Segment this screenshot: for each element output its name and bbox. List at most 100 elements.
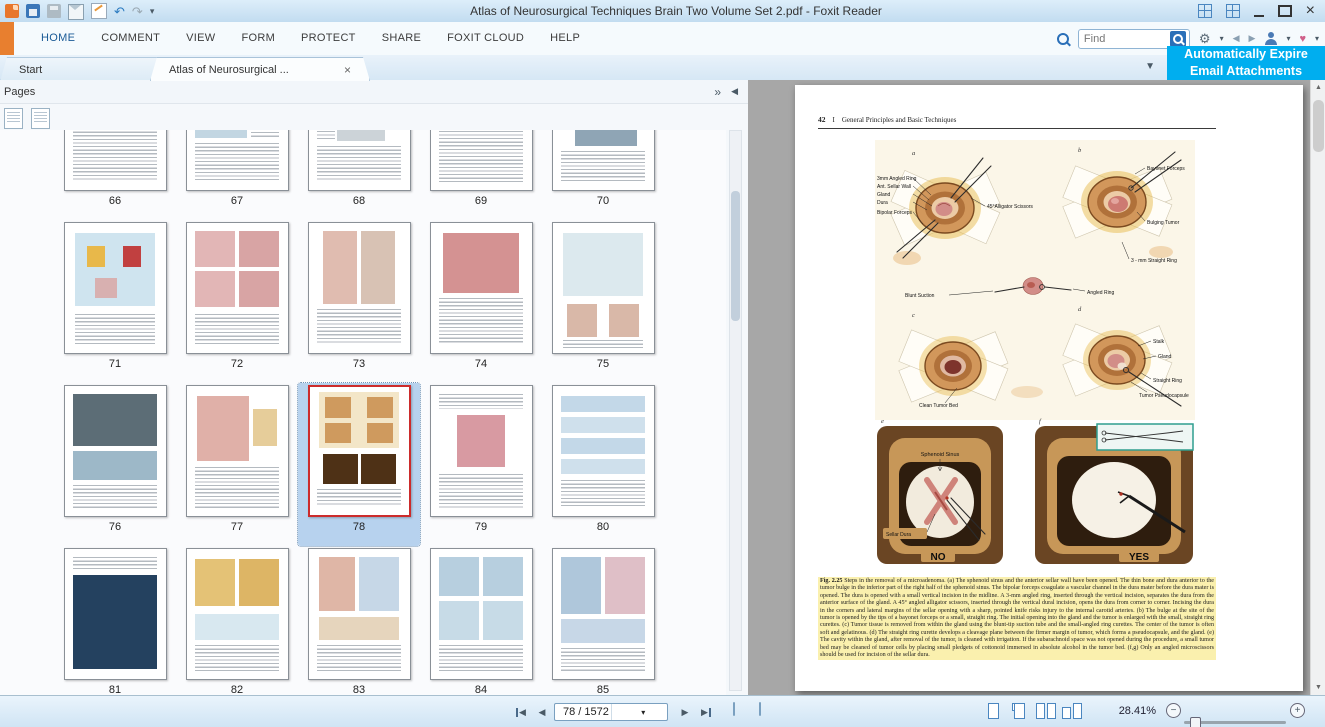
print-icon[interactable] (47, 4, 61, 18)
close-tab-icon[interactable] (344, 63, 351, 77)
page-number-field[interactable]: 78 / 1572 (554, 703, 668, 721)
zoom-slider-knob[interactable] (1190, 717, 1201, 727)
find-previous-icon[interactable] (1233, 33, 1240, 44)
thumbnail-scrollbar-thumb[interactable] (731, 191, 740, 321)
page-thumbnail-70[interactable]: 70 (542, 130, 664, 220)
page-thumbnail-76[interactable]: 76 (54, 383, 176, 546)
facing-continuous-view-icon[interactable] (1062, 703, 1082, 719)
find-button[interactable] (1169, 30, 1186, 47)
zoom-in-button[interactable] (1290, 703, 1305, 718)
page-thumbnail-67[interactable]: 67 (176, 130, 298, 220)
continuous-view-icon[interactable] (1012, 703, 1025, 719)
document-page[interactable]: 42 I General Principles and Basic Techniqu… (795, 85, 1303, 691)
page-thumbnail-85[interactable]: 85 (542, 546, 664, 695)
tab-foxit-cloud[interactable]: FOXIT CLOUD (434, 22, 537, 55)
zoom-out-button[interactable] (1166, 703, 1181, 718)
snapshot-icon[interactable] (759, 702, 761, 716)
page-thumbnail-71[interactable]: 71 (54, 220, 176, 383)
thumbnail-image[interactable] (63, 385, 167, 517)
doc-tab-atlas[interactable]: Atlas of Neurosurgical ... (150, 57, 370, 81)
last-page-button[interactable] (697, 703, 715, 721)
first-page-button[interactable] (512, 703, 530, 721)
previous-page-button[interactable] (533, 703, 551, 721)
select-text-icon[interactable] (733, 702, 735, 716)
maximize-button[interactable] (1277, 5, 1292, 17)
thumbnail-image[interactable] (551, 548, 655, 680)
thumbnail-image[interactable] (551, 385, 655, 517)
scroll-down-arrow[interactable] (1311, 680, 1325, 695)
tab-home[interactable]: HOME (28, 22, 88, 55)
scroll-up-arrow[interactable] (1311, 80, 1325, 95)
page-thumbnail-68[interactable]: 68 (298, 130, 420, 220)
feedback-heart-icon[interactable] (1299, 33, 1306, 45)
thumbnail-image[interactable] (429, 548, 533, 680)
grid-view-icon[interactable] (1225, 4, 1240, 18)
tab-protect[interactable]: PROTECT (288, 22, 369, 55)
find-input[interactable] (1081, 31, 1170, 46)
thumbnail-image[interactable] (307, 385, 411, 517)
page-thumbnail-77[interactable]: 77 (176, 383, 298, 546)
page-field-dropdown[interactable] (610, 704, 668, 720)
thumbnail-image[interactable] (63, 548, 167, 680)
user-account-icon[interactable] (1264, 32, 1278, 45)
thumbnail-image[interactable] (307, 548, 411, 680)
page-thumbnail-69[interactable]: 69 (420, 130, 542, 220)
next-page-button[interactable] (676, 703, 694, 721)
thumbnail-image[interactable] (551, 222, 655, 354)
close-button[interactable] (1306, 3, 1315, 19)
thumbnail-image[interactable] (307, 222, 411, 354)
page-thumbnail-74[interactable]: 74 (420, 220, 542, 383)
page-thumbnail-81[interactable]: 81 (54, 546, 176, 695)
email-icon[interactable] (68, 4, 84, 20)
panel-collapse-icon[interactable] (731, 86, 738, 97)
promo-banner[interactable]: Automatically Expire Email Attachments (1167, 46, 1325, 80)
facing-view-icon[interactable] (1036, 703, 1056, 719)
thumbnail-image[interactable] (185, 130, 289, 191)
search-icon[interactable] (1056, 32, 1069, 45)
thumbnail-image[interactable] (63, 222, 167, 354)
panel-expand-icon[interactable] (714, 85, 721, 99)
page-thumbnail-75[interactable]: 75 (542, 220, 664, 383)
redo-icon[interactable] (132, 5, 143, 18)
undo-icon[interactable] (114, 5, 125, 18)
page-thumbnail-73[interactable]: 73 (298, 220, 420, 383)
page-thumbnail-83[interactable]: 83 (298, 546, 420, 695)
file-menu-button[interactable] (0, 22, 14, 55)
thumbnail-scrollbar[interactable] (729, 130, 742, 691)
gear-dropdown[interactable] (1220, 34, 1224, 43)
gear-icon[interactable] (1199, 31, 1211, 47)
thumbnail-image[interactable] (429, 222, 533, 354)
page-thumbnail-78[interactable]: 78 (297, 382, 421, 547)
page-thumbnail-79[interactable]: 79 (420, 383, 542, 546)
tab-comment[interactable]: COMMENT (88, 22, 173, 55)
single-page-view-icon[interactable] (988, 703, 999, 719)
thumbnail-image[interactable] (551, 130, 655, 191)
connected-pdf-icon[interactable] (1197, 4, 1212, 18)
page-thumbnail-66[interactable]: 66 (54, 130, 176, 220)
zoom-slider[interactable] (1184, 717, 1286, 727)
thumbnail-small-icon[interactable] (4, 108, 23, 129)
thumbnail-image[interactable] (185, 548, 289, 680)
document-scrollbar[interactable] (1310, 80, 1325, 695)
thumbnail-image[interactable] (63, 130, 167, 191)
thumbnail-image[interactable] (429, 385, 533, 517)
page-thumbnail-80[interactable]: 80 (542, 383, 664, 546)
thumbnail-image[interactable] (185, 222, 289, 354)
thumbnail-large-icon[interactable] (31, 108, 50, 129)
thumbnail-image[interactable] (429, 130, 533, 191)
page-thumbnail-72[interactable]: 72 (176, 220, 298, 383)
tab-form[interactable]: FORM (228, 22, 288, 55)
edit-icon[interactable] (91, 3, 107, 19)
tab-view[interactable]: VIEW (173, 22, 228, 55)
document-scrollbar-thumb[interactable] (1313, 100, 1324, 152)
page-thumbnail-82[interactable]: 82 (176, 546, 298, 695)
tab-help[interactable]: HELP (537, 22, 593, 55)
user-dropdown[interactable] (1286, 34, 1290, 43)
page-thumbnail-84[interactable]: 84 (420, 546, 542, 695)
find-next-icon[interactable] (1249, 33, 1256, 44)
file-icon[interactable] (5, 4, 19, 18)
minimize-button[interactable] (1253, 6, 1264, 17)
feedback-dropdown[interactable] (1315, 34, 1319, 43)
tab-list-dropdown[interactable] (1145, 61, 1155, 72)
save-icon[interactable] (26, 4, 40, 18)
